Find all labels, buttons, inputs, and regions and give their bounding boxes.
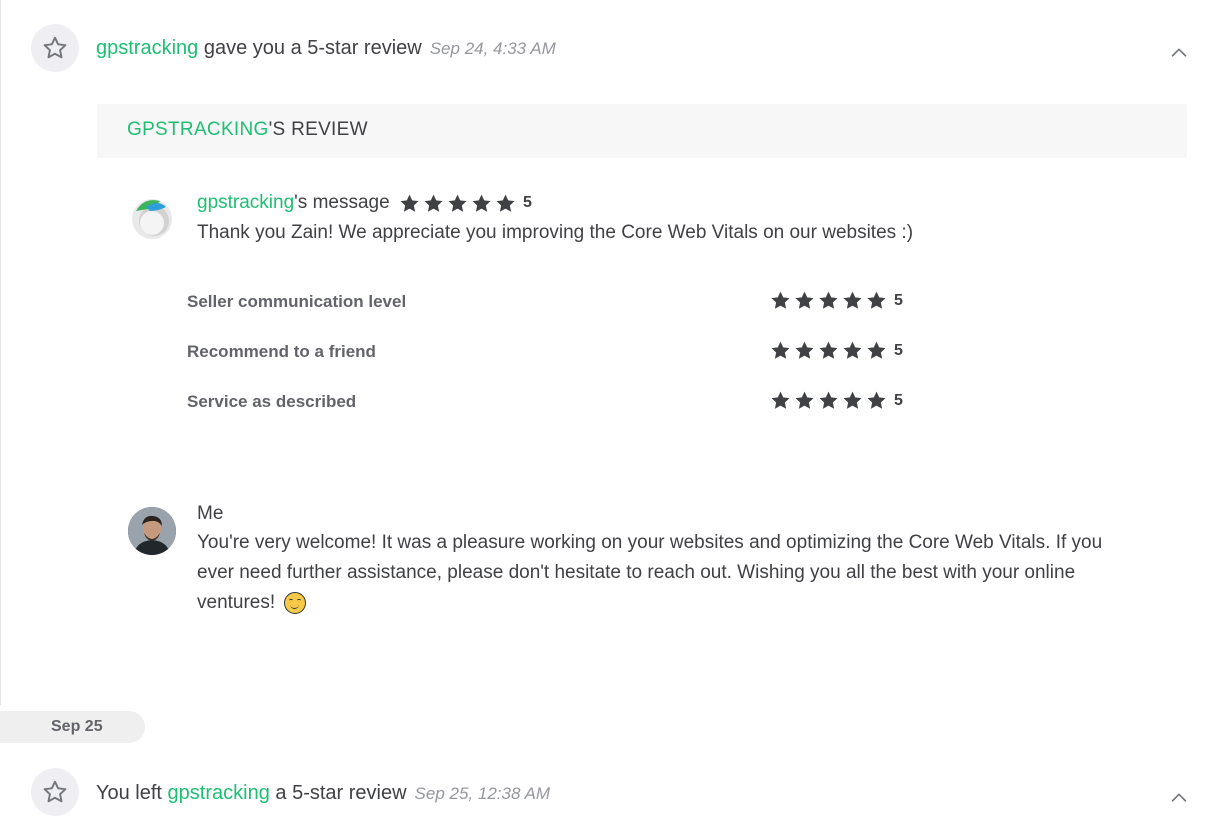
buyer-message-header: gpstracking's message 5 [197, 190, 1147, 216]
star-icon [495, 193, 516, 214]
rating-number: 5 [894, 291, 903, 309]
smiling-face-emoji-icon [284, 591, 307, 614]
star-icon [866, 340, 887, 361]
event-timestamp: Sep 25, 12:38 AM [414, 784, 551, 803]
rating-stars: 5 [770, 340, 903, 361]
review-header-username[interactable]: GPSTRACKING [127, 119, 269, 140]
seller-reply: Me You're very welcome! It was a pleasur… [197, 500, 1147, 618]
buyer-message-username[interactable]: gpstracking [197, 192, 294, 213]
event-title-received-review: gpstracking gave you a 5-star review Sep … [96, 36, 556, 61]
rating-number: 5 [522, 194, 532, 211]
rating-row: Recommend to a friend 5 [187, 338, 907, 368]
event-timestamp: Sep 24, 4:33 AM [429, 39, 556, 58]
timeline-line [0, 0, 1, 705]
star-icon [842, 290, 863, 311]
rating-row: Service as described 5 [187, 388, 907, 418]
rating-stars: 5 [770, 290, 903, 311]
review-header: GPSTRACKING'S REVIEW [97, 104, 1187, 158]
star-icon [794, 390, 815, 411]
buyer-message-text: Thank you Zain! We appreciate you improv… [197, 222, 914, 244]
buyer-overall-rating: 5 [399, 190, 532, 216]
star-icon [818, 290, 839, 311]
star-icon [471, 193, 492, 214]
event-text: gave you a 5-star review [198, 37, 422, 59]
rating-label: Seller communication level [187, 292, 407, 311]
star-icon [447, 193, 468, 214]
rating-label: Recommend to a friend [187, 342, 376, 361]
date-divider-label: Sep 25 [51, 718, 103, 735]
buyer-username-link[interactable]: gpstracking [96, 37, 198, 59]
collapse-chevron-up-icon[interactable] [1168, 787, 1190, 809]
star-icon [794, 290, 815, 311]
reply-text: You're very welcome! It was a pleasure w… [197, 532, 1103, 613]
rating-row: Seller communication level 5 [187, 288, 907, 318]
seller-avatar[interactable] [128, 507, 176, 555]
review-star-icon [31, 24, 79, 72]
star-icon [842, 340, 863, 361]
star-icon [423, 193, 444, 214]
collapse-chevron-up-icon[interactable] [1168, 42, 1190, 64]
reply-author: Me [197, 503, 224, 524]
star-icon [842, 390, 863, 411]
star-icon [770, 340, 791, 361]
star-icon [770, 290, 791, 311]
rating-number: 5 [894, 341, 903, 359]
star-icon [770, 390, 791, 411]
buyer-message: gpstracking's message 5 Thank you Zain! … [197, 190, 1147, 248]
star-icon [399, 193, 420, 214]
rating-number: 5 [894, 391, 903, 409]
review-star-icon [31, 768, 79, 816]
star-icon [818, 340, 839, 361]
date-divider: Sep 25 [0, 711, 145, 743]
buyer-avatar[interactable] [128, 193, 176, 241]
reply-text-container: You're very welcome! It was a pleasure w… [197, 528, 1137, 618]
star-icon [818, 390, 839, 411]
star-icon [866, 390, 887, 411]
star-icon [794, 340, 815, 361]
star-icon [866, 290, 887, 311]
rating-label: Service as described [187, 392, 357, 411]
review-header-title: GPSTRACKING'S REVIEW [127, 119, 368, 140]
buyer-username-link[interactable]: gpstracking [168, 782, 270, 804]
rating-stars: 5 [770, 390, 903, 411]
event-title-left-review: You left gpstracking a 5-star review Sep … [96, 782, 551, 804]
